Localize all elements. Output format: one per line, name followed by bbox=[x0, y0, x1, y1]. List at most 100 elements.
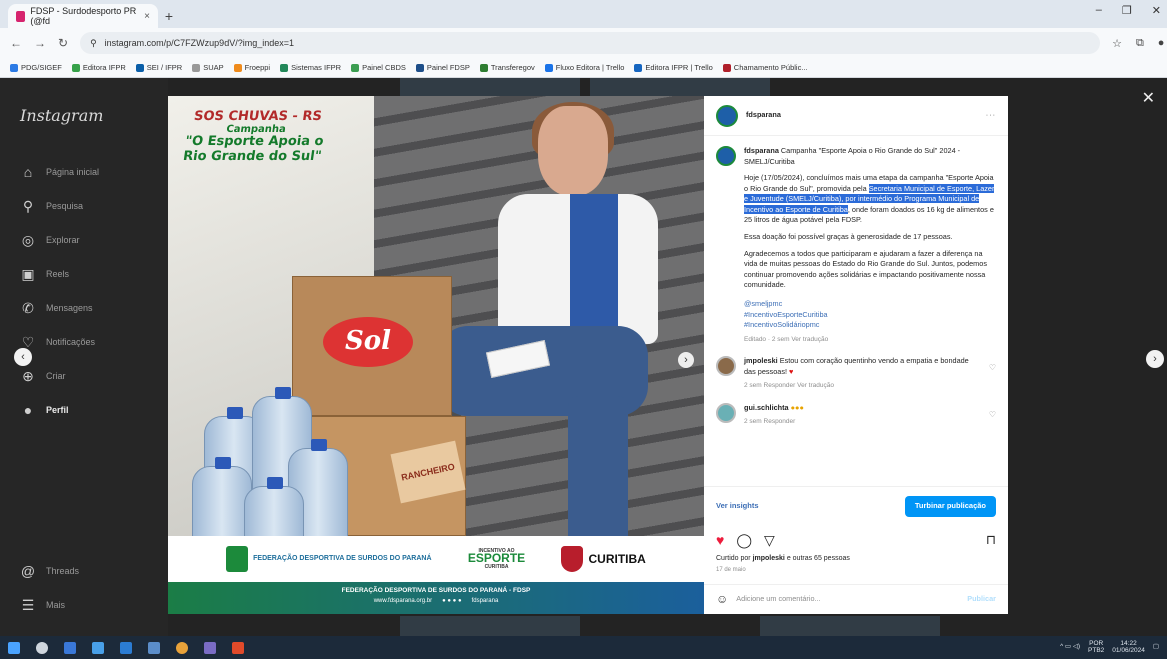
publish-button[interactable]: Publicar bbox=[967, 594, 996, 605]
sidebar-item-create[interactable]: ⊕ Criar bbox=[14, 359, 154, 393]
url-text: instagram.com/p/C7FZWzup9dV/?img_index=1 bbox=[104, 38, 294, 48]
avatar[interactable] bbox=[716, 356, 736, 377]
bookmark-item[interactable]: Chamamento Públic... bbox=[722, 63, 808, 72]
like-heart-icon[interactable]: ♥ bbox=[716, 530, 724, 550]
emoji-icon[interactable]: ☺ bbox=[716, 591, 728, 608]
liked-by-user[interactable]: jmpoleski bbox=[753, 555, 785, 562]
avatar[interactable] bbox=[716, 104, 738, 127]
browser-tabstrip: FDSP - Surdodesporto PR (@fd × + – ❐ ✕ bbox=[0, 0, 1167, 28]
tray-icons[interactable]: ^ ▭ ◁) bbox=[1060, 643, 1080, 651]
sidebar-item-home[interactable]: ⌂ Página inicial bbox=[14, 155, 154, 189]
language-indicator[interactable]: POR PTB2 bbox=[1088, 640, 1104, 655]
more-options-icon[interactable]: ··· bbox=[986, 110, 996, 121]
bookmark-favicon-icon bbox=[544, 63, 553, 72]
reload-icon[interactable]: ↻ bbox=[58, 36, 68, 50]
extensions-icon[interactable]: ⧉ bbox=[1136, 37, 1144, 50]
sidebar-item-threads[interactable]: @ Threads bbox=[14, 554, 79, 588]
like-comment-icon[interactable]: ♡ bbox=[989, 409, 996, 421]
sidebar-item-messages[interactable]: ✆ Mensagens bbox=[14, 291, 154, 325]
close-window-icon[interactable]: ✕ bbox=[1152, 4, 1161, 17]
sidebar-item-notifications[interactable]: ♡ Notificações bbox=[14, 325, 154, 359]
comment-username[interactable]: jmpoleski bbox=[744, 356, 778, 365]
add-comment-input[interactable]: Adicione um comentário... bbox=[736, 594, 820, 605]
boost-post-button[interactable]: Turbinar publicação bbox=[904, 496, 996, 517]
comment-username[interactable]: gui.schlichta bbox=[744, 403, 789, 412]
site-info-icon[interactable]: ⚲ bbox=[90, 38, 97, 49]
previous-post-icon[interactable]: ‹ bbox=[14, 348, 32, 366]
minimize-icon[interactable]: – bbox=[1096, 4, 1102, 17]
hashtag-link[interactable]: #IncentivoEsporteCuritiba bbox=[744, 310, 996, 321]
sidebar-item-profile[interactable]: ● Perfil bbox=[14, 393, 154, 427]
hashtag-link[interactable]: #IncentivoSolidáriopmc bbox=[744, 320, 996, 331]
post-date: 17 de maio bbox=[716, 567, 746, 573]
post-username[interactable]: fdsparana bbox=[746, 110, 781, 121]
app-icon[interactable] bbox=[148, 641, 160, 654]
sidebar-item-explore[interactable]: ◎ Explorar bbox=[14, 223, 154, 257]
sol-box: Sol bbox=[292, 276, 452, 416]
caption-username[interactable]: fdsparana bbox=[744, 146, 779, 155]
forward-icon[interactable]: → bbox=[34, 36, 46, 50]
sidebar-item-label: Explorar bbox=[46, 235, 80, 245]
restore-icon[interactable]: ❐ bbox=[1122, 4, 1132, 17]
footer-handle: fdsparana bbox=[471, 598, 499, 604]
bookmark-item[interactable]: Fluxo Editora | Trello bbox=[544, 63, 624, 72]
instagram-logo[interactable]: Instagram bbox=[14, 106, 154, 125]
app-icon[interactable] bbox=[232, 641, 244, 654]
url-field[interactable]: ⚲ instagram.com/p/C7FZWzup9dV/?img_index… bbox=[80, 32, 1101, 54]
bookmark-item[interactable]: Transferegov bbox=[479, 63, 535, 72]
mail-icon[interactable] bbox=[120, 641, 132, 654]
campaign-title: SOS CHUVAS - RS Campanha "O Esporte Apoi… bbox=[176, 109, 334, 164]
bookmark-icon[interactable]: ⊓ bbox=[986, 531, 996, 550]
sidebar-item-label: Pesquisa bbox=[46, 201, 84, 211]
close-modal-icon[interactable]: ✕ bbox=[1142, 88, 1155, 108]
sidebar-item-label: Criar bbox=[46, 371, 66, 381]
window-controls: – ❐ ✕ bbox=[1096, 4, 1161, 17]
like-comment-icon[interactable]: ♡ bbox=[989, 362, 996, 374]
taskview-icon[interactable] bbox=[64, 641, 76, 654]
bookmark-item[interactable]: Painel CBDS bbox=[351, 63, 406, 72]
bookmark-item[interactable]: Editora IFPR | Trello bbox=[634, 63, 713, 72]
avatar[interactable] bbox=[716, 402, 736, 423]
bookmark-item[interactable]: Painel FDSP bbox=[415, 63, 470, 72]
new-tab-button[interactable]: + bbox=[158, 4, 180, 28]
tab-close-icon[interactable]: × bbox=[144, 11, 150, 22]
sidebar-item-search[interactable]: ⚲ Pesquisa bbox=[14, 189, 154, 223]
bookmark-item[interactable]: Sistemas IFPR bbox=[280, 63, 341, 72]
notifications-icon[interactable]: ▢ bbox=[1153, 643, 1159, 651]
system-tray: ^ ▭ ◁) POR PTB2 14:22 01/06/2024 ▢ bbox=[1060, 640, 1159, 655]
sidebar-item-reels[interactable]: ▣ Reels bbox=[14, 257, 154, 291]
bookmark-favicon-icon bbox=[351, 63, 360, 72]
bookmark-favicon-icon bbox=[192, 63, 201, 72]
share-icon[interactable]: ▽ bbox=[764, 530, 775, 550]
hashtag-link[interactable]: @smeljpmc bbox=[744, 299, 996, 310]
edge-icon[interactable] bbox=[92, 641, 104, 654]
clock[interactable]: 14:22 01/06/2024 bbox=[1112, 640, 1145, 655]
sidebar-item-label: Mensagens bbox=[46, 303, 93, 313]
profile-icon[interactable]: ● bbox=[1158, 37, 1165, 50]
avatar[interactable] bbox=[716, 146, 736, 166]
bookmark-favicon-icon bbox=[722, 63, 731, 72]
bookmark-item[interactable]: Editora IFPR bbox=[71, 63, 126, 72]
back-icon[interactable]: ← bbox=[10, 36, 22, 50]
bookmark-favicon-icon bbox=[479, 63, 488, 72]
bookmark-item[interactable]: PDG/SIGEF bbox=[10, 63, 62, 72]
likes-summary: Curtido por jmpoleski e outras 65 pessoa… bbox=[716, 555, 850, 562]
search-icon[interactable] bbox=[36, 641, 48, 654]
tab-title: FDSP - Surdodesporto PR (@fd bbox=[30, 6, 137, 26]
windows-start-icon[interactable] bbox=[8, 641, 20, 654]
photos-icon[interactable] bbox=[204, 641, 216, 654]
comment-icon[interactable]: ◯ bbox=[736, 530, 752, 550]
star-icon[interactable]: ☆ bbox=[1112, 37, 1122, 50]
bookmark-favicon-icon bbox=[10, 63, 18, 72]
browser-tab[interactable]: FDSP - Surdodesporto PR (@fd × bbox=[8, 4, 158, 28]
background-post bbox=[760, 616, 940, 636]
chrome-icon[interactable] bbox=[176, 641, 188, 654]
compass-icon: ◎ bbox=[21, 231, 35, 248]
bookmark-item[interactable]: SUAP bbox=[192, 63, 224, 72]
sidebar-item-more[interactable]: ☰ Mais bbox=[14, 588, 79, 622]
image-next-icon[interactable]: › bbox=[678, 352, 694, 368]
next-post-icon[interactable]: › bbox=[1146, 350, 1164, 368]
bookmark-item[interactable]: Froeppi bbox=[233, 63, 270, 72]
view-insights-link[interactable]: Ver insights bbox=[716, 501, 759, 512]
bookmark-item[interactable]: SEI / IFPR bbox=[135, 63, 182, 72]
